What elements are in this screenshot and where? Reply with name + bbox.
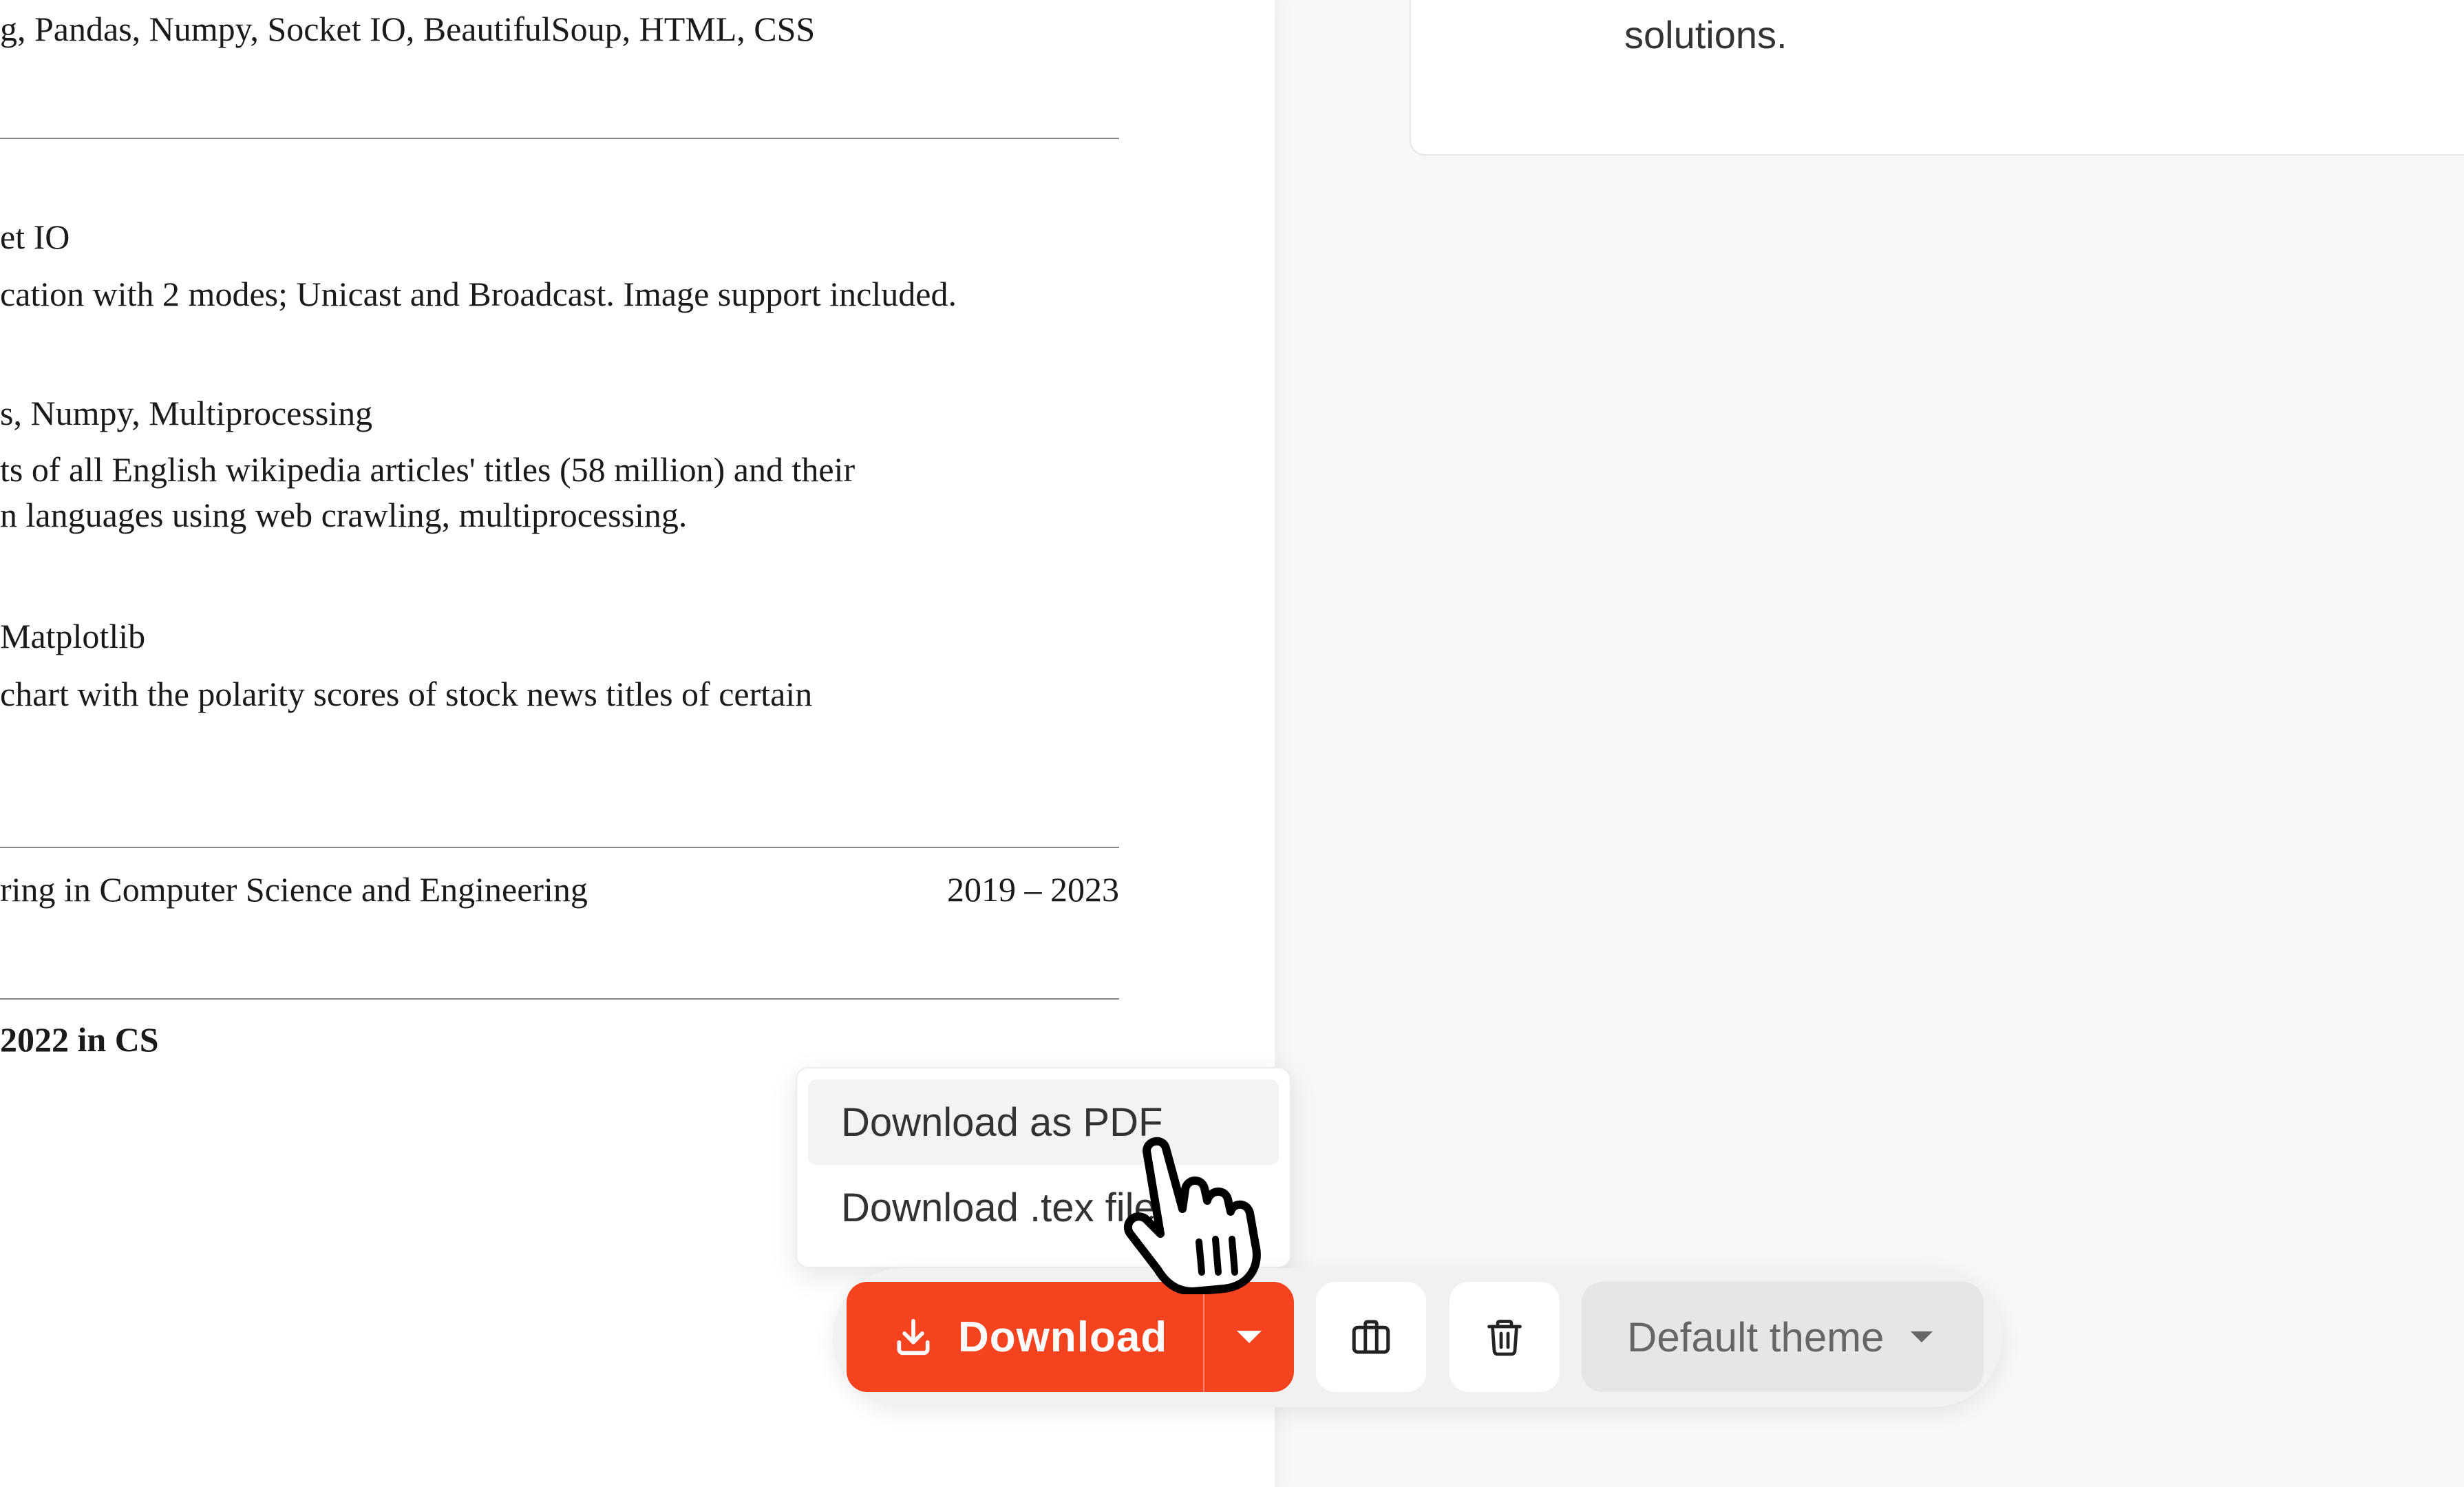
section-card: solutions. bbox=[1410, 0, 2464, 156]
chevron-down-icon bbox=[1910, 1331, 1933, 1342]
project-description: cation with 2 modes; Unicast and Broadca… bbox=[0, 275, 957, 313]
theme-label: Default theme bbox=[1627, 1314, 1884, 1360]
project-description: chart with the polarity scores of stock … bbox=[0, 675, 813, 713]
delete-button[interactable] bbox=[1449, 1282, 1560, 1392]
education-years: 2019 – 2023 bbox=[947, 870, 1119, 909]
download-icon bbox=[897, 1318, 930, 1356]
bottom-toolbar: Download Default theme bbox=[833, 1268, 2003, 1407]
chevron-down-icon bbox=[1237, 1331, 1262, 1343]
project-tech-line: et IO bbox=[0, 218, 70, 256]
section-divider bbox=[0, 998, 1119, 1000]
card-text: solutions. bbox=[1624, 13, 1787, 56]
project-description: n languages using web crawling, multipro… bbox=[0, 496, 688, 534]
skills-line: g, Pandas, Numpy, Socket IO, BeautifulSo… bbox=[0, 10, 816, 48]
download-button[interactable]: Download bbox=[847, 1282, 1203, 1392]
download-label: Download bbox=[958, 1313, 1168, 1361]
education-degree: ring in Computer Science and Engineering bbox=[0, 870, 588, 909]
theme-select[interactable]: Default theme bbox=[1582, 1282, 1984, 1392]
briefcase-icon bbox=[1352, 1320, 1390, 1354]
section-divider bbox=[0, 138, 1119, 139]
project-tech-line: s, Numpy, Multiprocessing bbox=[0, 394, 373, 432]
section-divider bbox=[0, 847, 1119, 848]
award-line: 2022 in CS bbox=[0, 1020, 159, 1059]
project-description: ts of all English wikipedia articles' ti… bbox=[0, 450, 856, 489]
download-options-toggle[interactable] bbox=[1204, 1282, 1294, 1392]
hand-pointer-icon bbox=[1123, 1137, 1261, 1294]
download-split-button: Download bbox=[847, 1282, 1294, 1392]
project-tech-line: Matplotlib bbox=[0, 617, 146, 655]
briefcase-button[interactable] bbox=[1316, 1282, 1426, 1392]
trash-icon bbox=[1487, 1320, 1522, 1356]
